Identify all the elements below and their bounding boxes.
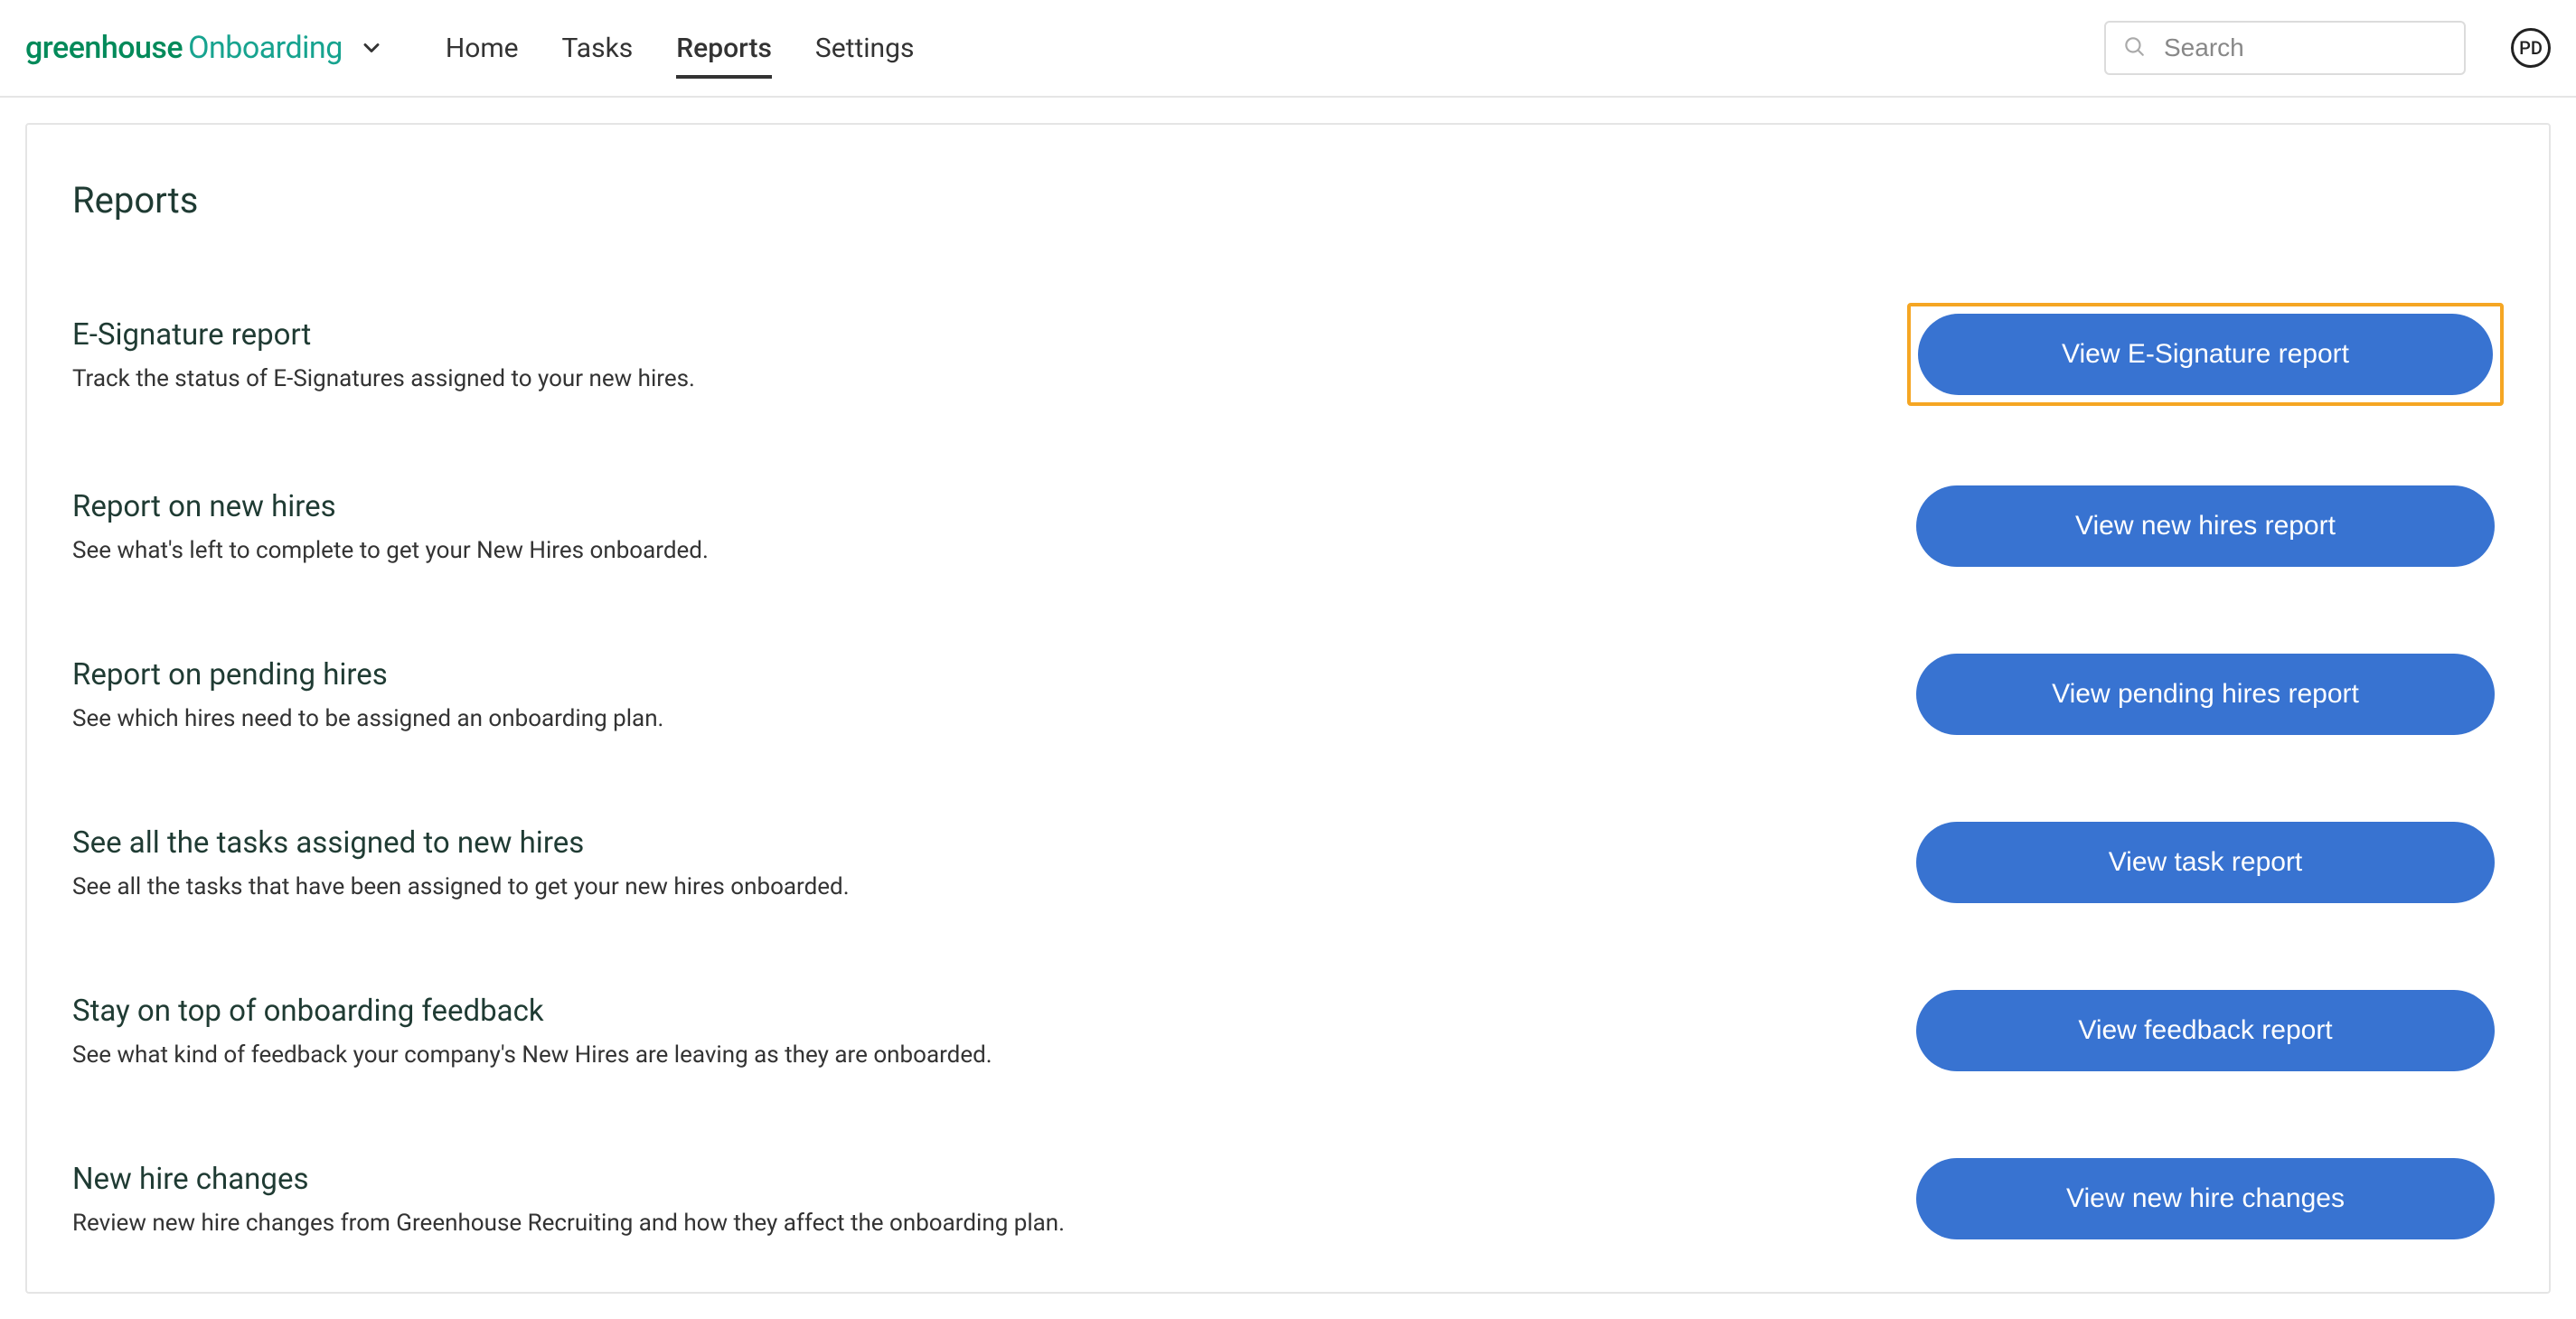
main-nav: Home Tasks Reports Settings (446, 25, 915, 71)
report-row: Report on new hires See what's left to co… (72, 478, 2504, 574)
brand-text-greenhouse: greenhouse (25, 30, 183, 66)
top-navigation: greenhouse Onboarding Home Tasks Reports… (0, 0, 2576, 98)
report-description: Review new hire changes from Greenhouse … (72, 1210, 1907, 1237)
report-button-wrap: View new hires report (1907, 478, 2504, 574)
report-button-wrap: View feedback report (1907, 983, 2504, 1079)
nav-settings[interactable]: Settings (815, 25, 915, 71)
report-title: Stay on top of onboarding feedback (72, 994, 1907, 1029)
view-report-button[interactable]: View new hire changes (1916, 1158, 2495, 1239)
report-button-wrap: View new hire changes (1907, 1151, 2504, 1247)
report-button-wrap: View task report (1907, 815, 2504, 910)
view-report-button[interactable]: View new hires report (1916, 485, 2495, 567)
view-report-button[interactable]: View pending hires report (1916, 654, 2495, 735)
report-description: See which hires need to be assigned an o… (72, 705, 1907, 732)
report-text: Report on pending hires See which hires n… (72, 657, 1907, 732)
view-report-button[interactable]: View feedback report (1916, 990, 2495, 1071)
nav-tasks[interactable]: Tasks (562, 25, 634, 71)
report-row: See all the tasks assigned to new hires S… (72, 815, 2504, 910)
page-body: Reports E-Signature report Track the stat… (0, 98, 2576, 1319)
nav-home[interactable]: Home (446, 25, 519, 71)
search-icon (2122, 34, 2146, 61)
avatar-initials: PD (2519, 37, 2543, 59)
report-description: See what's left to complete to get your … (72, 537, 1907, 564)
report-title: Report on pending hires (72, 657, 1907, 692)
report-row: Report on pending hires See which hires n… (72, 646, 2504, 742)
report-title: See all the tasks assigned to new hires (72, 825, 1907, 861)
report-title: New hire changes (72, 1162, 1907, 1197)
report-button-wrap: View E-Signature report (1907, 303, 2504, 406)
view-report-button[interactable]: View task report (1916, 822, 2495, 903)
report-description: Track the status of E-Signatures assigne… (72, 365, 1907, 392)
report-row: New hire changes Review new hire changes … (72, 1151, 2504, 1247)
chevron-down-icon[interactable] (359, 35, 384, 61)
report-text: Report on new hires See what's left to co… (72, 489, 1907, 564)
report-description: See what kind of feedback your company's… (72, 1041, 1907, 1069)
page-title: Reports (72, 179, 2504, 221)
report-button-wrap: View pending hires report (1907, 646, 2504, 742)
report-row: Stay on top of onboarding feedback See wh… (72, 983, 2504, 1079)
brand-logo[interactable]: greenhouse Onboarding (25, 30, 384, 66)
report-text: Stay on top of onboarding feedback See wh… (72, 994, 1907, 1069)
avatar[interactable]: PD (2511, 28, 2551, 68)
search-input[interactable] (2164, 33, 2448, 62)
view-report-button[interactable]: View E-Signature report (1918, 314, 2493, 395)
report-text: E-Signature report Track the status of E-… (72, 317, 1907, 392)
report-row: E-Signature report Track the status of E-… (72, 303, 2504, 406)
report-title: Report on new hires (72, 489, 1907, 524)
brand-text-onboarding: Onboarding (188, 30, 343, 66)
report-text: See all the tasks assigned to new hires S… (72, 825, 1907, 900)
report-description: See all the tasks that have been assigne… (72, 873, 1907, 900)
report-text: New hire changes Review new hire changes … (72, 1162, 1907, 1237)
nav-reports[interactable]: Reports (676, 25, 772, 71)
search-container[interactable] (2104, 21, 2466, 75)
reports-panel: Reports E-Signature report Track the stat… (25, 123, 2551, 1294)
report-title: E-Signature report (72, 317, 1907, 353)
reports-list: E-Signature report Track the status of E-… (72, 303, 2504, 1247)
